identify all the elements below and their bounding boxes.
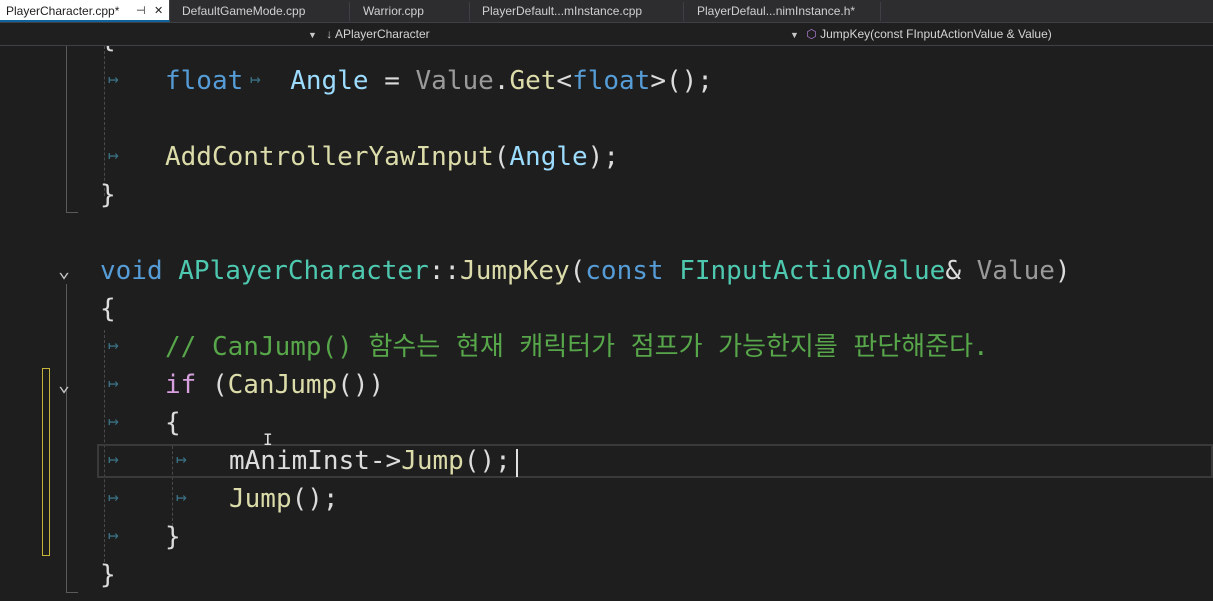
code-line: { bbox=[100, 46, 116, 58]
chevron-down-icon[interactable]: ⌄ bbox=[58, 372, 70, 396]
indent-guide bbox=[104, 46, 105, 196]
brace: } bbox=[100, 560, 116, 590]
variable: mAnimInst bbox=[229, 446, 370, 476]
class-name: APlayerCharacter bbox=[178, 256, 429, 286]
keyword: const bbox=[585, 256, 664, 286]
tab-label: PlayerDefaul...nimInstance.h* bbox=[697, 4, 856, 18]
function-name: CanJump bbox=[227, 370, 338, 400]
code-line: Jump(); bbox=[229, 480, 339, 518]
class-scope-label: APlayerCharacter bbox=[334, 27, 430, 41]
chevron-down-icon: ▼ bbox=[308, 30, 317, 40]
tab-whitespace-marker: ↦ bbox=[108, 145, 119, 166]
code-line: } bbox=[100, 556, 116, 594]
member-scope-label: JumpKey(const FInputActionValue & Value) bbox=[820, 27, 1052, 41]
code-line: float Angle = Value.Get<float>(); bbox=[165, 62, 713, 100]
operator: . bbox=[493, 66, 510, 96]
unsaved-change-marker bbox=[42, 368, 50, 556]
tab-whitespace-marker: ↦ bbox=[108, 335, 119, 356]
class-scope-dropdown[interactable]: ▼ ↓ APlayerCharacter bbox=[308, 23, 788, 45]
code-line: AddControllerYawInput(Angle); bbox=[165, 138, 619, 176]
punctuation: (); bbox=[463, 446, 511, 476]
punctuation: ( bbox=[569, 256, 586, 286]
code-line: { bbox=[165, 404, 181, 442]
operator: -> bbox=[369, 446, 402, 476]
navigation-bar: ▼ ↓ APlayerCharacter ▼ ⬡ JumpKey(const F… bbox=[0, 22, 1213, 46]
code-line: } bbox=[100, 176, 116, 214]
tab-warrior-cpp[interactable]: Warrior.cpp bbox=[357, 2, 470, 21]
brace: { bbox=[165, 408, 181, 438]
tab-playercharacter-cpp[interactable]: PlayerCharacter.cpp* ⊣ ✕ bbox=[0, 0, 170, 22]
fold-region-end bbox=[66, 592, 78, 593]
tab-label: Warrior.cpp bbox=[363, 4, 424, 18]
punctuation: ) bbox=[1054, 256, 1071, 286]
variable: Angle bbox=[290, 66, 369, 96]
function-name: JumpKey bbox=[460, 256, 570, 286]
tab-playerdefault-animinstance-cpp[interactable]: PlayerDefault...mInstance.cpp bbox=[476, 2, 684, 21]
code-line: // CanJump() 함수는 현재 캐릭터가 점프가 가능한지를 판단해준다… bbox=[165, 328, 989, 366]
punctuation: (); bbox=[291, 484, 339, 514]
member-scope-dropdown[interactable]: ▼ ⬡ JumpKey(const FInputActionValue & Va… bbox=[790, 23, 1213, 45]
punctuation: >(); bbox=[650, 66, 713, 96]
punctuation: ()) bbox=[337, 370, 385, 400]
tab-label: PlayerDefault...mInstance.cpp bbox=[482, 4, 643, 18]
function-name: Jump bbox=[229, 484, 292, 514]
parameter: Value bbox=[415, 66, 494, 96]
operator: < bbox=[556, 66, 573, 96]
parameter: Value bbox=[976, 256, 1055, 286]
tab-whitespace-marker: ↦ bbox=[176, 487, 187, 508]
operator: :: bbox=[428, 256, 461, 286]
type-name: FInputActionValue bbox=[679, 256, 946, 286]
function-name: Get bbox=[509, 66, 557, 96]
fold-region-line bbox=[66, 284, 67, 592]
variable: Angle bbox=[509, 142, 588, 172]
keyword: if bbox=[165, 370, 197, 400]
document-tab-bar: PlayerCharacter.cpp* ⊣ ✕ DefaultGameMode… bbox=[0, 0, 1213, 22]
function-name: Jump bbox=[401, 446, 464, 476]
code-editor[interactable]: ↦ ↦ ↦ ↦ ↦ ↦ ↦ ↦ ↦ ↦ ↦ ⌄ ⌄ { float Angle … bbox=[0, 46, 1213, 601]
fold-region-end bbox=[66, 212, 78, 213]
brace: { bbox=[100, 46, 116, 54]
comment: // CanJump() 함수는 현재 캐릭터가 점프가 가능한지를 판단해준다… bbox=[165, 332, 989, 362]
keyword: float bbox=[165, 66, 244, 96]
punctuation: ( bbox=[211, 370, 228, 400]
punctuation: ( bbox=[493, 142, 510, 172]
keyword: float bbox=[572, 66, 651, 96]
code-line: if (CanJump()) bbox=[165, 366, 384, 404]
tab-label: DefaultGameMode.cpp bbox=[182, 4, 306, 18]
tab-whitespace-marker: ↦ bbox=[108, 411, 119, 432]
tab-whitespace-marker: ↦ bbox=[108, 487, 119, 508]
operator: = bbox=[384, 66, 400, 96]
operator: & bbox=[945, 256, 961, 286]
function-name: AddControllerYawInput bbox=[165, 142, 494, 172]
code-line: { bbox=[100, 290, 116, 328]
punctuation: ); bbox=[587, 142, 619, 172]
chevron-down-icon[interactable]: ⌄ bbox=[58, 258, 70, 282]
code-line: void APlayerCharacter::JumpKey(const FIn… bbox=[100, 252, 1071, 290]
text-caret bbox=[516, 449, 518, 477]
brace: } bbox=[165, 522, 181, 552]
tab-playerdefault-animinstance-h[interactable]: PlayerDefaul...nimInstance.h* bbox=[691, 2, 881, 21]
class-icon: ↓ bbox=[326, 27, 333, 41]
tab-whitespace-marker: ↦ bbox=[108, 373, 119, 394]
method-icon: ⬡ bbox=[806, 27, 817, 41]
close-icon[interactable]: ✕ bbox=[154, 0, 163, 20]
tab-whitespace-marker: ↦ bbox=[108, 525, 119, 546]
chevron-down-icon: ▼ bbox=[790, 30, 799, 40]
pin-icon[interactable]: ⊣ bbox=[136, 0, 146, 20]
tab-whitespace-marker: ↦ bbox=[108, 69, 119, 90]
tab-defaultgamemode-cpp[interactable]: DefaultGameMode.cpp bbox=[176, 2, 350, 21]
code-line: } bbox=[165, 518, 181, 556]
fold-region-line bbox=[66, 46, 67, 212]
ibeam-cursor-icon: I bbox=[263, 430, 273, 449]
brace: { bbox=[100, 294, 116, 324]
brace: } bbox=[100, 180, 116, 210]
tab-label: PlayerCharacter.cpp* bbox=[6, 4, 120, 18]
keyword: void bbox=[100, 256, 163, 286]
